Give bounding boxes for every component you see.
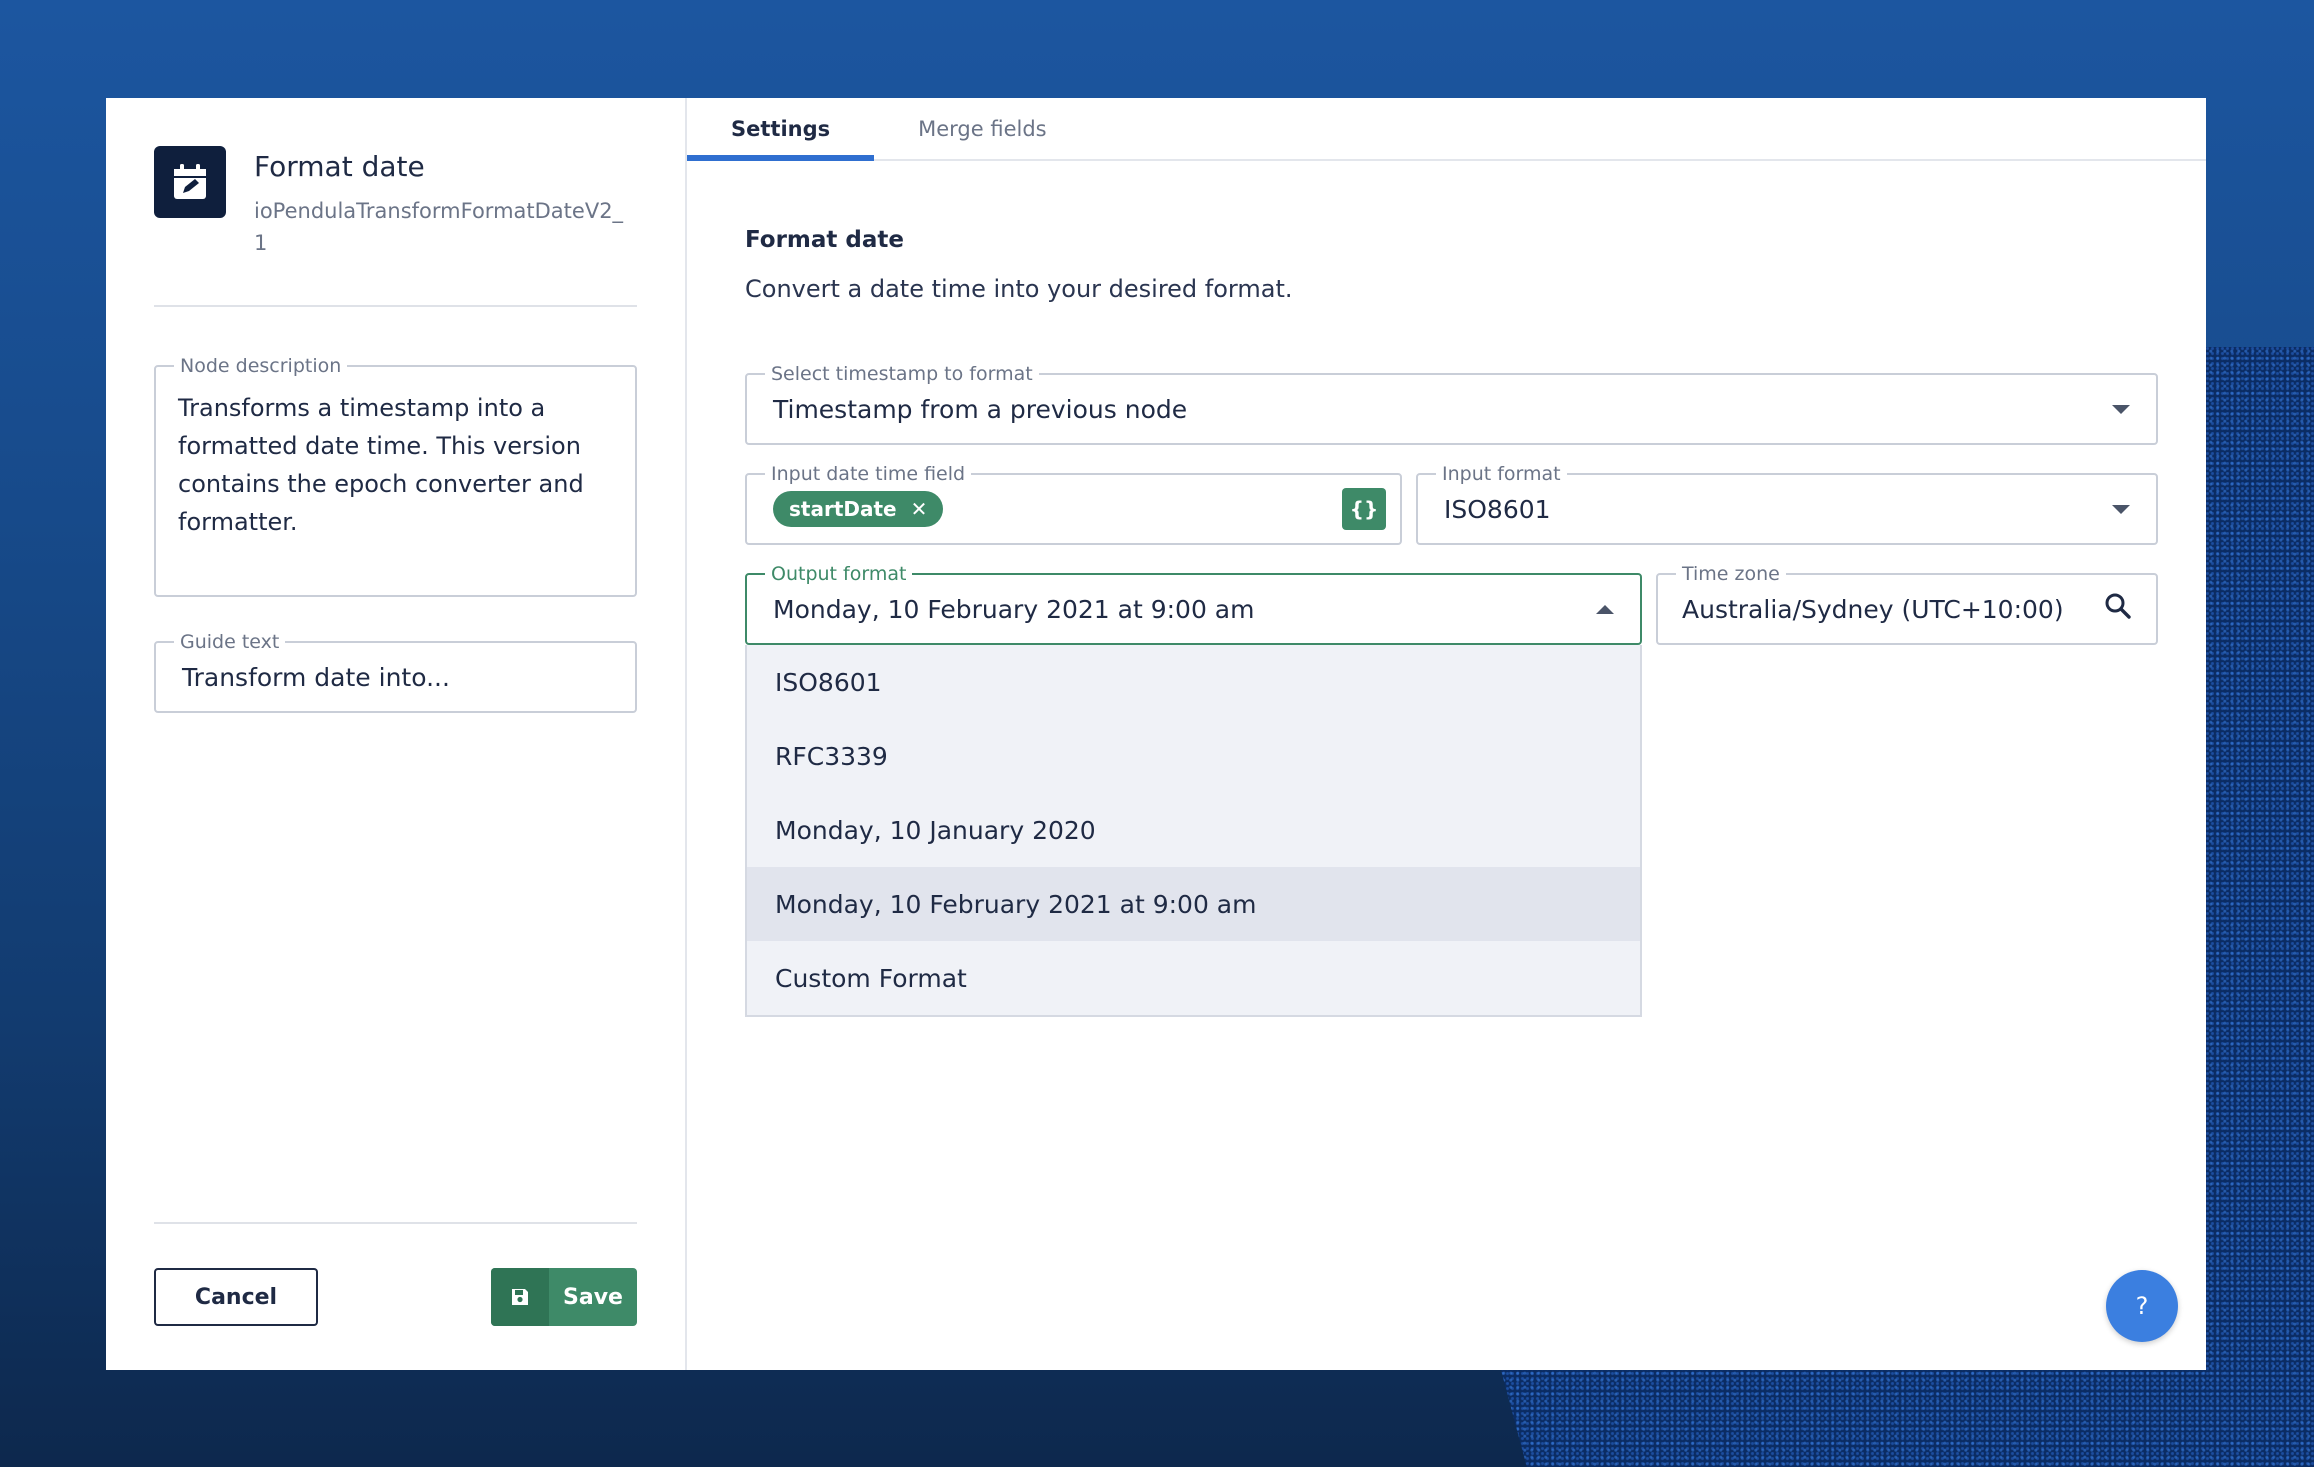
settings-panel: Settings Merge fields Format date Conver… — [687, 98, 2206, 1370]
tab-settings[interactable]: Settings — [687, 98, 875, 161]
node-id: ioPendulaTransformFormatDateV2_1 — [254, 199, 624, 255]
dialog-footer: Cancel Save — [154, 1222, 637, 1326]
time-zone-field[interactable]: Time zone Australia/Sydney (UTC+10:00) — [1656, 563, 2158, 645]
timestamp-select[interactable]: Select timestamp to format Timestamp fro… — [745, 363, 2158, 445]
node-info-panel: Format date ioPendulaTransformFormatDate… — [106, 98, 687, 1370]
input-format-label: Input format — [1436, 463, 1567, 485]
merge-field-button[interactable]: {} — [1342, 488, 1386, 530]
dropdown-option[interactable]: Custom Format — [747, 941, 1640, 1015]
node-settings-dialog: Format date ioPendulaTransformFormatDate… — [106, 98, 2206, 1370]
input-date-time-label: Input date time field — [765, 463, 972, 485]
tab-merge-fields[interactable]: Merge fields — [874, 98, 1090, 159]
input-format-select[interactable]: Input format ISO8601 — [1416, 463, 2158, 545]
save-button-label: Save — [563, 1284, 623, 1310]
input-format-value: ISO8601 — [1444, 494, 1551, 524]
timestamp-select-label: Select timestamp to format — [765, 363, 1039, 385]
guide-text-field[interactable]: Guide text Transform date into... — [154, 631, 637, 713]
node-description-label: Node description — [174, 355, 348, 377]
time-zone-value: Australia/Sydney (UTC+10:00) — [1682, 594, 2064, 624]
cancel-button[interactable]: Cancel — [154, 1268, 318, 1326]
settings-content: Format date Convert a date time into you… — [687, 227, 2206, 1017]
calendar-edit-icon — [154, 146, 226, 218]
output-format-label: Output format — [765, 563, 913, 585]
time-zone-label: Time zone — [1676, 563, 1786, 585]
divider — [154, 305, 637, 307]
braces-icon: {} — [1349, 497, 1379, 521]
dropdown-option[interactable]: Monday, 10 January 2020 — [747, 793, 1640, 867]
footer-divider — [154, 1222, 637, 1224]
close-icon[interactable]: ✕ — [911, 497, 928, 521]
chevron-down-icon — [2112, 404, 2130, 414]
chip-label: startDate — [789, 497, 897, 521]
node-description-textarea[interactable]: Transforms a timestamp into a formatted … — [156, 367, 635, 595]
node-title: Format date — [254, 150, 425, 183]
dropdown-option[interactable]: ISO8601 — [747, 645, 1640, 719]
dropdown-option[interactable]: RFC3339 — [747, 719, 1640, 793]
section-description: Convert a date time into your desired fo… — [745, 275, 1293, 303]
chevron-down-icon — [2112, 504, 2130, 514]
merge-field-chip[interactable]: startDate ✕ — [773, 491, 944, 527]
help-button[interactable]: ? — [2106, 1270, 2178, 1342]
input-date-time-field[interactable]: Input date time field startDate ✕ {} — [745, 463, 1402, 545]
output-format-value: Monday, 10 February 2021 at 9:00 am — [773, 594, 1255, 624]
chevron-up-icon — [1596, 604, 1614, 614]
search-icon[interactable] — [2104, 592, 2132, 626]
save-icon — [491, 1268, 549, 1326]
guide-text-value: Transform date into... — [182, 662, 450, 692]
section-title: Format date — [745, 227, 904, 253]
timestamp-select-value: Timestamp from a previous node — [773, 394, 1188, 424]
save-button[interactable]: Save — [491, 1268, 637, 1326]
node-header: Format date ioPendulaTransformFormatDate… — [154, 146, 637, 259]
output-format-select[interactable]: Output format Monday, 10 February 2021 a… — [745, 563, 1642, 645]
tab-bar: Settings Merge fields — [687, 98, 2206, 161]
node-description-field[interactable]: Node description Transforms a timestamp … — [154, 355, 637, 597]
output-format-dropdown: ISO8601 RFC3339 Monday, 10 January 2020 … — [745, 645, 1642, 1017]
dropdown-option-selected[interactable]: Monday, 10 February 2021 at 9:00 am — [747, 867, 1640, 941]
guide-text-label: Guide text — [174, 631, 286, 653]
